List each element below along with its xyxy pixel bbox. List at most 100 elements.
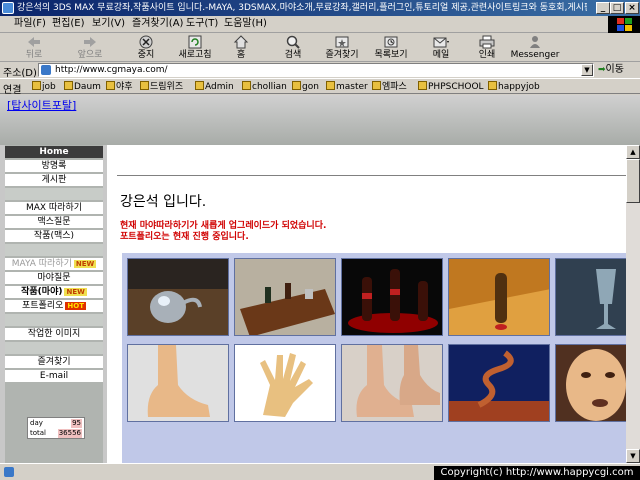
link-happyjob[interactable]: happyjob — [488, 81, 540, 93]
home-icon — [233, 35, 249, 49]
link-dreamwiz[interactable]: 드림위즈 — [140, 81, 183, 93]
refresh-icon — [188, 35, 202, 49]
home-button[interactable]: 홈 — [230, 35, 252, 62]
print-icon — [479, 35, 495, 49]
menu-help[interactable]: 도움말(H) — [224, 18, 267, 30]
menu-file[interactable]: 파일(F) — [14, 18, 46, 30]
menu-bar: 파일(F) 편집(E) 보기(V) 즐겨찾기(A) 도구(T) 도움말(H) — [0, 16, 640, 33]
link-icon — [140, 81, 149, 90]
link-phpschool[interactable]: PHPSCHOOL — [418, 81, 484, 93]
maximize-button[interactable]: □ — [610, 2, 624, 14]
search-icon — [286, 35, 300, 49]
nav-max-qna[interactable]: 맥스질문 — [5, 216, 103, 229]
link-daum[interactable]: Daum — [64, 81, 101, 93]
nav-board[interactable]: 게시판 — [5, 174, 103, 187]
forward-button[interactable]: 앞으로 — [74, 35, 106, 62]
gallery — [122, 253, 626, 463]
menu-favorites[interactable]: 즐겨찾기(A) — [132, 18, 183, 30]
stop-button[interactable]: 중지 — [132, 35, 160, 62]
gallery-item-hand[interactable] — [234, 344, 336, 422]
go-arrow-icon: ➡ — [598, 65, 606, 75]
link-icon — [195, 81, 204, 90]
counter-day-value: 95 — [71, 419, 82, 428]
link-master[interactable]: master — [326, 81, 368, 93]
page-title: 강은석 입니다. — [120, 194, 207, 210]
link-gon[interactable]: gon — [292, 81, 319, 93]
gallery-item-feet[interactable] — [341, 344, 443, 422]
browser-window: 강은석의 3DS MAX 무료강좌,작품사이트 입니다.-MAYA, 3DSMA… — [0, 0, 640, 480]
left-nav-frame: Home 방명록 게시판 MAX 따라하기 맥스질문 작품(맥스) MAYA 따… — [5, 145, 103, 463]
link-job[interactable]: job — [32, 81, 56, 93]
refresh-button[interactable]: 새로고침 — [174, 35, 216, 62]
search-button[interactable]: 검색 — [280, 35, 306, 62]
close-button[interactable]: × — [625, 2, 639, 14]
nav-home[interactable]: Home — [5, 146, 103, 159]
link-empas[interactable]: 엠파스 — [372, 81, 407, 93]
menu-edit[interactable]: 편집(E) — [52, 18, 85, 30]
link-icon — [292, 81, 301, 90]
nav-email[interactable]: E-mail — [5, 370, 103, 383]
address-input[interactable]: http://www.cgmaya.com/ ▼ — [38, 63, 594, 77]
menu-view[interactable]: 보기(V) — [92, 18, 125, 30]
link-yahoo[interactable]: 야후 — [106, 81, 133, 93]
status-bar: Copyright(c) http://www.happycgi.com — [0, 463, 640, 480]
window-title: 강은석의 3DS MAX 무료강좌,작품사이트 입니다.-MAYA, 3DSMA… — [17, 3, 587, 13]
nav-unfinished[interactable]: 작업한 이미지 — [5, 328, 103, 341]
link-admin[interactable]: Admin — [195, 81, 234, 93]
history-button[interactable]: 목록보기 — [372, 35, 410, 62]
new-badge: NEW — [73, 260, 97, 268]
nav-works-maya[interactable]: 작품(마야) NEW — [5, 286, 103, 299]
gallery-item-coke-bottles[interactable] — [341, 258, 443, 336]
gallery-item-table-scene[interactable] — [234, 258, 336, 336]
gallery-item-bottle[interactable] — [448, 258, 550, 336]
nav-works-max[interactable]: 작품(맥스) — [5, 230, 103, 243]
nav-separator — [5, 314, 103, 327]
scroll-down-button[interactable]: ▼ — [626, 449, 640, 463]
link-icon — [326, 81, 335, 90]
vertical-scrollbar[interactable]: ▲ ▼ — [626, 145, 640, 463]
nav-separator — [5, 188, 103, 201]
notice-line-2: 포트폴리오는 현재 진행 중입니다. — [120, 232, 249, 242]
nav-maya-follow[interactable]: MAYA 따라하기 NEW — [5, 258, 103, 271]
link-icon — [106, 81, 115, 90]
scroll-up-button[interactable]: ▲ — [626, 145, 640, 159]
history-icon — [384, 36, 398, 48]
top-site-portal-link[interactable]: [탑사이트포탈] — [7, 97, 76, 113]
ie-icon — [2, 2, 14, 14]
menu-tools[interactable]: 도구(T) — [186, 18, 218, 30]
nav-portfolio[interactable]: 포트폴리오 HOT — [5, 300, 103, 313]
new-badge: NEW — [64, 288, 87, 296]
messenger-button[interactable]: Messenger — [510, 35, 560, 62]
toolbar: 뒤로 앞으로 중지 새로고침 홈 검색 즐겨찾기 목록보기 메일 인쇄 Mess… — [0, 34, 640, 62]
page-viewport: [탑사이트포탈] Home 방명록 게시판 MAX 따라하기 맥스질문 작품(맥… — [0, 95, 640, 463]
messenger-icon — [530, 36, 540, 48]
gallery-item-spiral-stair[interactable] — [448, 344, 550, 422]
nav-max-follow[interactable]: MAX 따라하기 — [5, 202, 103, 215]
links-bar: 연결 job Daum 야후 드림위즈 Admin chollian gon m… — [0, 78, 640, 96]
scroll-thumb[interactable] — [626, 159, 640, 203]
nav-separator — [5, 342, 103, 355]
gallery-item-face[interactable] — [555, 344, 626, 422]
mail-button[interactable]: 메일 — [428, 35, 454, 62]
go-button[interactable]: ➡이동 — [598, 63, 638, 77]
favorites-button[interactable]: 즐겨찾기 — [322, 35, 362, 62]
nav-maya-qna[interactable]: 마야질문 — [5, 272, 103, 285]
link-icon — [372, 81, 381, 90]
page-status-icon — [4, 467, 14, 477]
address-dropdown-button[interactable]: ▼ — [581, 64, 593, 76]
link-chollian[interactable]: chollian — [242, 81, 287, 93]
nav-favorites[interactable]: 즐겨찾기 — [5, 356, 103, 369]
gallery-item-foot[interactable] — [127, 344, 229, 422]
gallery-item-kettle[interactable] — [127, 258, 229, 336]
nav-guestbook[interactable]: 방명록 — [5, 160, 103, 173]
gallery-item-glass[interactable] — [555, 258, 626, 336]
links-label: 연결 — [3, 85, 22, 96]
forward-arrow-icon — [84, 37, 96, 47]
notice-line-1: 현재 마야따라하기가 새롭게 업그레이드가 되었습니다. — [120, 221, 327, 231]
minimize-button[interactable]: _ — [596, 2, 610, 14]
back-button[interactable]: 뒤로 — [20, 35, 48, 62]
print-button[interactable]: 인쇄 — [474, 35, 500, 62]
stop-icon — [139, 35, 153, 49]
go-label: 이동 — [605, 64, 624, 75]
hot-badge: HOT — [65, 302, 86, 310]
